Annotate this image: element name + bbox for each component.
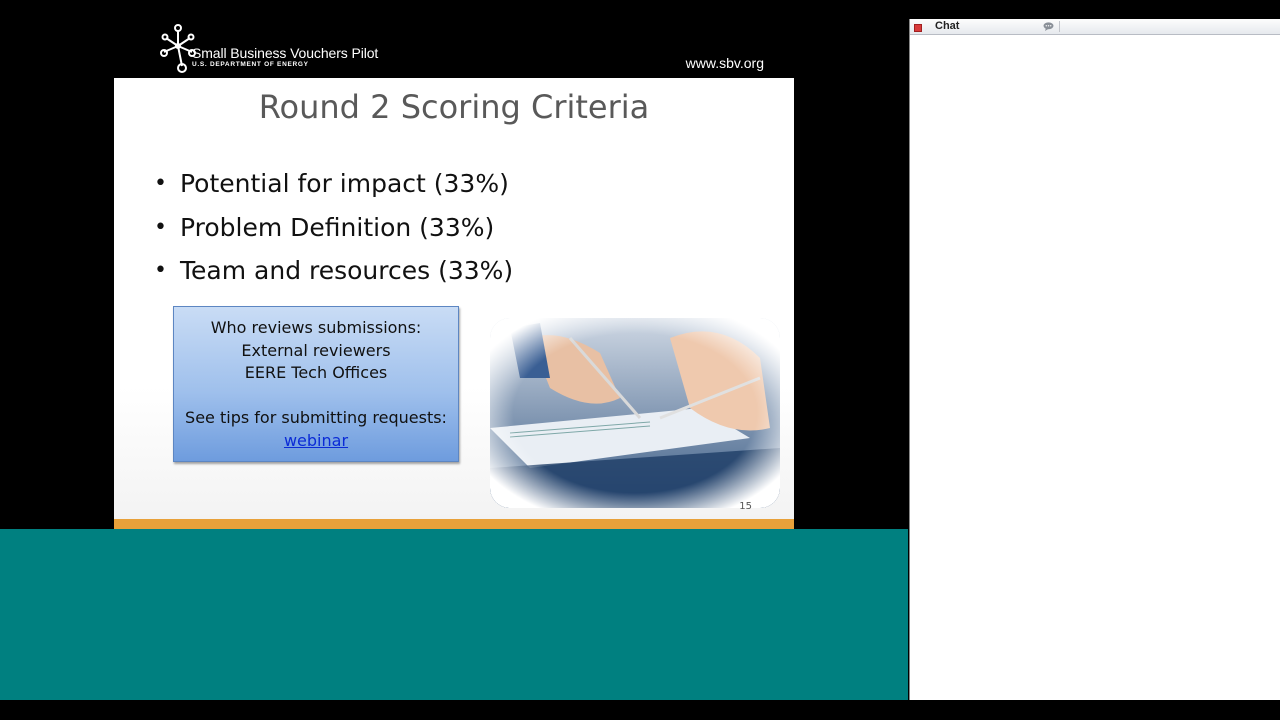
- bullet-item: • Team and resources (33%): [154, 249, 513, 293]
- presentation-background: [0, 529, 908, 700]
- bullet-list: • Potential for impact (33%) • Problem Def…: [154, 162, 513, 293]
- webinar-link[interactable]: webinar: [284, 431, 348, 450]
- chat-panel: Chat: [909, 19, 1280, 700]
- callout-line: External reviewers: [241, 340, 391, 360]
- bullet-icon: •: [154, 171, 167, 196]
- brand-name: Small Business Vouchers Pilot: [192, 45, 379, 61]
- bullet-item: • Problem Definition (33%): [154, 206, 513, 250]
- bullet-icon: •: [154, 258, 167, 283]
- titlebar-divider: [1059, 21, 1060, 32]
- reviewers-callout: Who reviews submissions: External review…: [173, 306, 459, 462]
- callout-line: Who reviews submissions:: [210, 318, 422, 337]
- callout-line: EERE Tech Offices: [244, 363, 388, 383]
- chat-title: Chat: [935, 20, 960, 32]
- bottom-strip: [0, 700, 1280, 720]
- slide-header: Small Business Vouchers Pilot U.S. DEPAR…: [114, 18, 794, 78]
- callout-line: See tips for submitting requests:: [185, 408, 447, 428]
- website-url: www.sbv.org: [685, 55, 764, 71]
- slide: Small Business Vouchers Pilot U.S. DEPAR…: [114, 18, 794, 529]
- chat-messages-area[interactable]: [910, 35, 1280, 700]
- slide-body: Round 2 Scoring Criteria • Potential for …: [114, 78, 794, 519]
- brand: Small Business Vouchers Pilot U.S. DEPAR…: [192, 45, 378, 69]
- close-icon[interactable]: [914, 24, 922, 32]
- chat-titlebar: Chat: [910, 19, 1280, 35]
- brand-subtitle: U.S. DEPARTMENT OF ENERGY: [192, 61, 309, 68]
- slide-title: Round 2 Scoring Criteria: [258, 88, 650, 126]
- slide-footer-bar: [114, 519, 794, 529]
- page-number: 15: [739, 501, 752, 512]
- document-signing-photo: [490, 318, 780, 508]
- bullet-icon: •: [154, 214, 167, 240]
- bullet-item: • Potential for impact (33%): [154, 162, 513, 206]
- chat-bubble-icon[interactable]: [1043, 22, 1054, 31]
